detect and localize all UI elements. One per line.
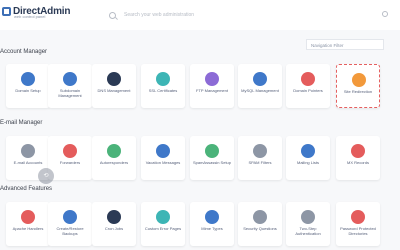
handler-icon	[21, 210, 35, 224]
navigation-filter[interactable]: Navigation Filter	[306, 39, 384, 50]
card-ftp-management[interactable]: FTP Management	[190, 64, 234, 108]
section-title-account-manager: Account Manager	[0, 49, 48, 55]
filter-icon	[253, 144, 267, 158]
card-subdomain-management[interactable]: Subdomain Management	[48, 64, 92, 108]
ssl-icon	[156, 72, 170, 86]
lock-icon	[301, 210, 315, 224]
logo-subtext: web control panel	[14, 14, 46, 19]
mx-icon	[351, 144, 365, 158]
card-dns-management[interactable]: DNS Management	[92, 64, 136, 108]
cron-icon	[107, 210, 121, 224]
card-ssl-certificates[interactable]: SSL Certificates	[141, 64, 185, 108]
autoresponder-icon	[107, 144, 121, 158]
card-domain-setup[interactable]: Domain Setup	[6, 64, 50, 108]
forward-icon	[63, 144, 77, 158]
database-icon	[253, 72, 267, 86]
card-spam-filters[interactable]: SPAM Filters	[238, 136, 282, 180]
card-mailing-lists[interactable]: Mailing Lists	[286, 136, 330, 180]
section-title-advanced-features: Advanced Features	[0, 186, 53, 192]
backup-icon	[63, 210, 77, 224]
card-forwarders[interactable]: Forwarders	[48, 136, 92, 180]
email-icon	[21, 144, 35, 158]
card-autoresponders[interactable]: Autoresponders	[92, 136, 136, 180]
dns-icon	[107, 72, 121, 86]
search-icon	[109, 11, 116, 19]
top-bar: DirectAdmin web control panel	[0, 0, 400, 30]
card-mime-types[interactable]: Mime Types	[190, 202, 234, 246]
signpost-icon	[352, 73, 366, 87]
card-vacation-messages[interactable]: Vacation Messages	[141, 136, 185, 180]
watermark-icon: ⟲	[38, 168, 54, 184]
card-spamassassin-setup[interactable]: SpamAssassin Setup	[190, 136, 234, 180]
pointer-icon	[301, 72, 315, 86]
settings-icon[interactable]	[382, 11, 388, 17]
ftp-icon	[205, 72, 219, 86]
card-two-step-authentication[interactable]: Two-Step Authentication	[286, 202, 330, 246]
list-icon	[301, 144, 315, 158]
shield-icon	[253, 210, 267, 224]
search-input[interactable]	[122, 11, 366, 19]
subdomain-icon	[63, 72, 77, 86]
section-title-email-manager: E-mail Manager	[0, 120, 43, 126]
card-create-restore-backups[interactable]: Create/Restore Backups	[48, 202, 92, 246]
folder-lock-icon	[351, 210, 365, 224]
card-mysql-management[interactable]: MySQL Management	[238, 64, 282, 108]
card-password-protected-directories[interactable]: Password Protected Directories	[336, 202, 380, 246]
card-mx-records[interactable]: MX Records	[336, 136, 380, 180]
card-apache-handlers[interactable]: Apache Handlers	[6, 202, 50, 246]
search-bar[interactable]	[103, 8, 389, 22]
logo-icon	[2, 7, 11, 16]
card-cron-jobs[interactable]: Cron Jobs	[92, 202, 136, 246]
vacation-icon	[156, 144, 170, 158]
spam-icon	[205, 144, 219, 158]
card-site-redirection[interactable]: Site Redirection	[336, 64, 380, 108]
card-domain-pointers[interactable]: Domain Pointers	[286, 64, 330, 108]
card-security-questions[interactable]: Security Questions	[238, 202, 282, 246]
globe-icon	[21, 72, 35, 86]
mime-icon	[205, 210, 219, 224]
card-custom-error-pages[interactable]: Custom Error Pages	[141, 202, 185, 246]
error-page-icon	[156, 210, 170, 224]
